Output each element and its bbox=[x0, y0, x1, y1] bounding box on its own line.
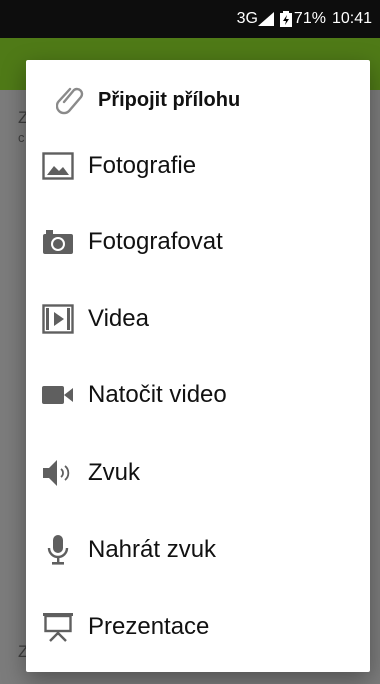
option-zvuk[interactable]: Zvuk bbox=[26, 441, 370, 505]
dialog-title: Připojit přílohu bbox=[98, 88, 241, 111]
option-prezentace[interactable]: Prezentace bbox=[26, 595, 370, 659]
option-label: Fotografovat bbox=[88, 228, 223, 255]
option-natocit-video[interactable]: Natočit video bbox=[26, 363, 370, 427]
speaker-icon bbox=[40, 455, 76, 491]
option-label: Prezentace bbox=[88, 613, 210, 640]
option-label: Fotografie bbox=[88, 152, 197, 179]
option-label: Zvuk bbox=[88, 459, 141, 486]
dialog-header: Připojit přílohu bbox=[56, 84, 240, 116]
film-icon bbox=[40, 301, 76, 337]
option-fotografie[interactable]: Fotografie bbox=[26, 134, 370, 198]
presentation-icon bbox=[40, 609, 76, 645]
network-label: 3G bbox=[236, 10, 258, 27]
camera-icon bbox=[40, 224, 76, 260]
option-label: Nahrát zvuk bbox=[88, 536, 217, 563]
underlay-letter: c bbox=[18, 130, 25, 145]
option-label: Videa bbox=[88, 305, 149, 332]
option-fotografovat[interactable]: Fotografovat bbox=[26, 210, 370, 274]
image-icon bbox=[40, 148, 76, 184]
option-nahrat-zvuk[interactable]: Nahrát zvuk bbox=[26, 518, 370, 582]
option-label: Natočit video bbox=[88, 381, 227, 408]
battery-icon bbox=[279, 11, 292, 27]
attach-dialog: Připojit přílohu Fotografie Fotografovat… bbox=[26, 60, 370, 672]
videocam-icon bbox=[40, 377, 76, 413]
battery-indicator: 71% bbox=[279, 10, 326, 28]
paperclip-icon bbox=[56, 87, 84, 115]
battery-label: 71% bbox=[293, 10, 326, 27]
status-bar: 3G 71% 10:41 bbox=[0, 0, 380, 38]
network-indicator: 3G bbox=[237, 10, 274, 28]
option-videa[interactable]: Videa bbox=[26, 287, 370, 351]
signal-icon bbox=[257, 12, 274, 26]
clock: 10:41 bbox=[331, 10, 372, 27]
microphone-icon bbox=[40, 532, 76, 568]
